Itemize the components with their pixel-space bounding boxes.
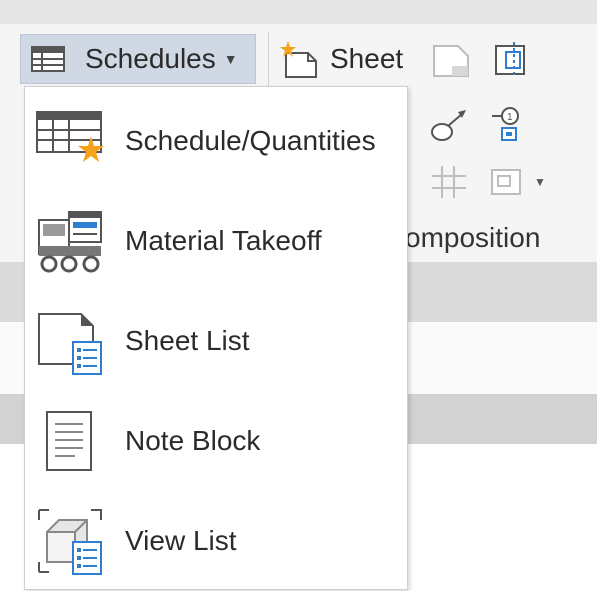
view-reference-icon[interactable]: [428, 106, 472, 151]
chevron-down-icon[interactable]: ▼: [224, 51, 238, 67]
grid-icon[interactable]: [428, 162, 472, 207]
viewports-dropdown[interactable]: ▼: [486, 162, 546, 202]
title-block-icon[interactable]: [430, 40, 474, 85]
svg-text:1: 1: [507, 112, 513, 123]
material-takeoff-icon: [35, 206, 105, 276]
sheet-button-label: Sheet: [330, 43, 404, 74]
schedule-quantities-icon: [35, 106, 105, 176]
menu-item-label: Note Block: [125, 425, 261, 456]
schedules-button[interactable]: Schedules ▼: [20, 34, 256, 84]
revision-icon[interactable]: [492, 40, 536, 85]
note-block-icon: [35, 406, 105, 476]
menu-item-label: Material Takeoff: [125, 225, 322, 256]
menu-item-material-takeoff[interactable]: Material Takeoff: [25, 191, 407, 291]
panel-label: omposition: [405, 222, 541, 253]
menu-item-sheet-list[interactable]: Sheet List: [25, 291, 407, 391]
menu-item-note-block[interactable]: Note Block: [25, 391, 407, 491]
menu-item-label: View List: [125, 525, 237, 556]
matchline-icon[interactable]: 1: [488, 104, 532, 149]
menu-item-label: Sheet List: [125, 325, 250, 356]
view-list-icon: [35, 506, 105, 576]
sheet-list-icon: [35, 306, 105, 376]
menu-item-view-list[interactable]: View List: [25, 491, 407, 591]
schedules-button-label: Schedules: [85, 43, 216, 74]
schedules-dropdown-menu: Schedule/Quantities Material Takeoff She…: [24, 86, 408, 590]
window-top-strip: [0, 0, 597, 24]
new-sheet-icon: [278, 39, 322, 79]
chevron-down-icon: ▼: [534, 175, 546, 189]
menu-item-label: Schedule/Quantities: [125, 125, 376, 156]
sheet-button[interactable]: Sheet: [278, 36, 403, 82]
viewport-icon: [486, 162, 530, 202]
menu-item-schedule-quantities[interactable]: Schedule/Quantities: [25, 91, 407, 191]
table-grid-icon: [31, 46, 65, 72]
